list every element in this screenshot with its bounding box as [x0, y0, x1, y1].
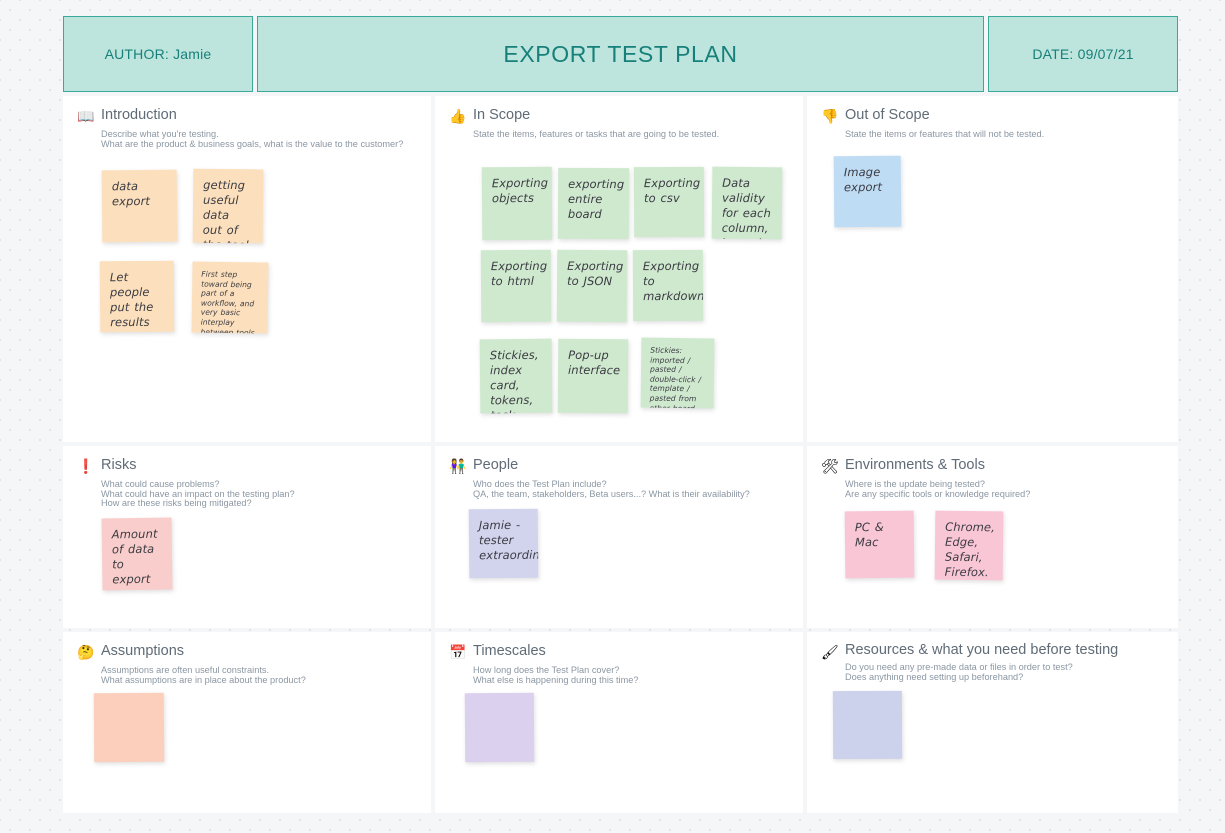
- panel-title-risks: Risks: [101, 457, 137, 473]
- prompt-line: State the items, features or tasks that …: [473, 129, 720, 139]
- prompt-line: QA, the team, stakeholders, Beta users..…: [473, 488, 750, 499]
- sticky-note-text: Amount of data to export: [111, 526, 158, 587]
- prompt-line: How are these risks being mitigated?: [101, 498, 252, 509]
- prompt-line: State the items or features that will no…: [845, 129, 1045, 139]
- panel-prompt-out-of-scope: State the items or features that will no…: [845, 129, 1164, 140]
- panel-title-resources: Resources & what you need before testing: [845, 642, 1119, 658]
- sticky-note-text: Stickies, index card, tokens, task card: [489, 347, 539, 414]
- thinking-face-icon: 🤔: [77, 644, 95, 660]
- panel-header-timescales: 📅 Timescales: [449, 643, 789, 660]
- sticky-note-text: data export: [111, 179, 151, 209]
- sticky-note[interactable]: getting useful data out of the tool: [192, 168, 264, 244]
- panel-header-resources: 🖌 Resources & what you need before testin…: [821, 642, 1164, 661]
- sticky-note[interactable]: Let people put the results in their Wiki…: [99, 260, 175, 333]
- sticky-note-text: Jamie - tester extraordinaire: [478, 517, 539, 563]
- test-plan-board: AUTHOR: Jamie EXPORT TEST PLAN DATE: 09/…: [63, 16, 1178, 813]
- calendar-icon: 📅: [449, 644, 467, 660]
- sticky-note[interactable]: Exporting objects: [481, 166, 553, 241]
- panel-title-people: People: [473, 457, 519, 473]
- sticky-note-text: First step toward being part of a workfl…: [200, 269, 255, 334]
- sticky-note-text: Chrome, Edge, Safari, Firefox.: [944, 519, 995, 580]
- sticky-note-text: exporting entire board: [567, 176, 625, 222]
- panel-header-assumptions: 🤔 Assumptions: [77, 643, 417, 660]
- open-book-icon: 📖: [77, 108, 95, 124]
- panel-prompt-introduction: Describe what you're testing. What are th…: [101, 129, 417, 149]
- sticky-note[interactable]: Jamie - tester extraordinaire: [468, 508, 539, 579]
- sticky-note-text: getting useful data out of the tool: [202, 177, 249, 244]
- panel-header-risks: ❗ Risks: [77, 457, 417, 474]
- sticky-note[interactable]: Data validity for each column, in each o…: [711, 166, 783, 240]
- sticky-note[interactable]: [464, 692, 535, 763]
- panel-prompt-in-scope: State the items, features or tasks that …: [473, 129, 789, 140]
- people-icon: 👫: [449, 458, 467, 474]
- sticky-note[interactable]: Exporting to JSON: [556, 249, 628, 323]
- hammer-and-wrench-icon: 🛠: [821, 458, 839, 474]
- author-label: AUTHOR: Jamie: [104, 46, 212, 62]
- panel-title-timescales: Timescales: [473, 643, 546, 659]
- sticky-note[interactable]: Amount of data to export: [101, 517, 173, 591]
- thumbs-down-icon: 👎: [821, 108, 839, 124]
- board-title: EXPORT TEST PLAN: [503, 40, 738, 67]
- panel-header-out-of-scope: 👎 Out of Scope: [821, 107, 1164, 124]
- prompt-line: What else is happening during this time?: [473, 674, 639, 685]
- exclamation-mark-icon: ❗: [77, 458, 95, 474]
- paintbrush-icon: 🖌: [821, 644, 839, 660]
- prompt-line: What assumptions are in place about the …: [101, 674, 306, 685]
- sticky-note[interactable]: Exporting to html: [480, 249, 552, 323]
- sticky-note-text: Exporting to html: [490, 258, 548, 289]
- sticky-note[interactable]: PC & Mac: [844, 510, 915, 579]
- sticky-note[interactable]: Stickies, index card, tokens, task card: [479, 338, 553, 414]
- panel-out-of-scope: 👎 Out of Scope State the items or features…: [807, 96, 1178, 442]
- panel-prompt-resources: Do you need any pre-made data or files i…: [845, 662, 1164, 682]
- panel-title-environments-tools: Environments & Tools: [845, 457, 985, 473]
- panel-header-people: 👫 People: [449, 457, 789, 474]
- sticky-note-text: Data validity for each column, in each o…: [721, 175, 771, 240]
- panel-prompt-assumptions: Assumptions are often useful constraints…: [101, 665, 417, 685]
- panel-prompt-timescales: How long does the Test Plan cover? What e…: [473, 665, 789, 685]
- date-cell[interactable]: DATE: 09/07/21: [988, 16, 1178, 92]
- sticky-note[interactable]: exporting entire board: [557, 167, 630, 240]
- sticky-note[interactable]: Chrome, Edge, Safari, Firefox.: [934, 510, 1004, 581]
- sticky-note-text: Stickies: imported / pasted / double-cli…: [649, 345, 702, 409]
- sticky-note-text: Let people put the results in their Wiki…: [109, 270, 154, 332]
- sticky-note[interactable]: [832, 690, 903, 760]
- prompt-line: What are the product & business goals, w…: [101, 138, 404, 149]
- sticky-note-text: Exporting to markdown: [642, 258, 704, 304]
- prompt-line: Are any specific tools or knowledge requ…: [845, 488, 1031, 499]
- thumbs-up-icon: 👍: [449, 108, 467, 124]
- panel-prompt-people: Who does the Test Plan include? QA, the t…: [473, 479, 789, 499]
- sticky-note[interactable]: Pop-up interface: [557, 338, 629, 414]
- sticky-note[interactable]: data export: [101, 169, 178, 243]
- sticky-note[interactable]: Image export: [833, 155, 902, 228]
- sticky-note[interactable]: Exporting to markdown: [632, 249, 704, 322]
- sticky-note[interactable]: First step toward being part of a workfl…: [191, 261, 269, 334]
- sticky-note-text: PC & Mac: [854, 519, 884, 550]
- panel-title-in-scope: In Scope: [473, 107, 531, 123]
- sticky-note-text: Exporting objects: [491, 175, 549, 206]
- sticky-note[interactable]: [93, 692, 165, 763]
- sticky-note-text: Exporting to csv: [643, 175, 701, 206]
- sticky-note-text: Exporting to JSON: [566, 258, 624, 289]
- panel-title-out-of-scope: Out of Scope: [845, 107, 930, 123]
- prompt-line: Does anything need setting up beforehand…: [845, 671, 1024, 682]
- panel-title-assumptions: Assumptions: [101, 643, 185, 659]
- author-cell[interactable]: AUTHOR: Jamie: [63, 16, 253, 92]
- date-label: DATE: 09/07/21: [1032, 46, 1134, 62]
- sticky-note[interactable]: Exporting to csv: [633, 166, 705, 238]
- panel-header-environments-tools: 🛠 Environments & Tools: [821, 457, 1164, 474]
- panel-prompt-environments-tools: Where is the update being tested? Are any…: [845, 479, 1164, 499]
- sticky-note[interactable]: Stickies: imported / pasted / double-cli…: [640, 337, 715, 409]
- panel-header-introduction: 📖 Introduction: [77, 107, 417, 124]
- board-header: AUTHOR: Jamie EXPORT TEST PLAN DATE: 09/…: [63, 16, 1178, 92]
- panel-title-introduction: Introduction: [101, 107, 177, 123]
- sticky-note-text: Pop-up interface: [567, 347, 621, 378]
- panel-header-in-scope: 👍 In Scope: [449, 107, 789, 124]
- panel-prompt-risks: What could cause problems? What could hav…: [101, 479, 417, 509]
- board-title-cell[interactable]: EXPORT TEST PLAN: [257, 16, 984, 92]
- sticky-note-text: Image export: [843, 164, 883, 195]
